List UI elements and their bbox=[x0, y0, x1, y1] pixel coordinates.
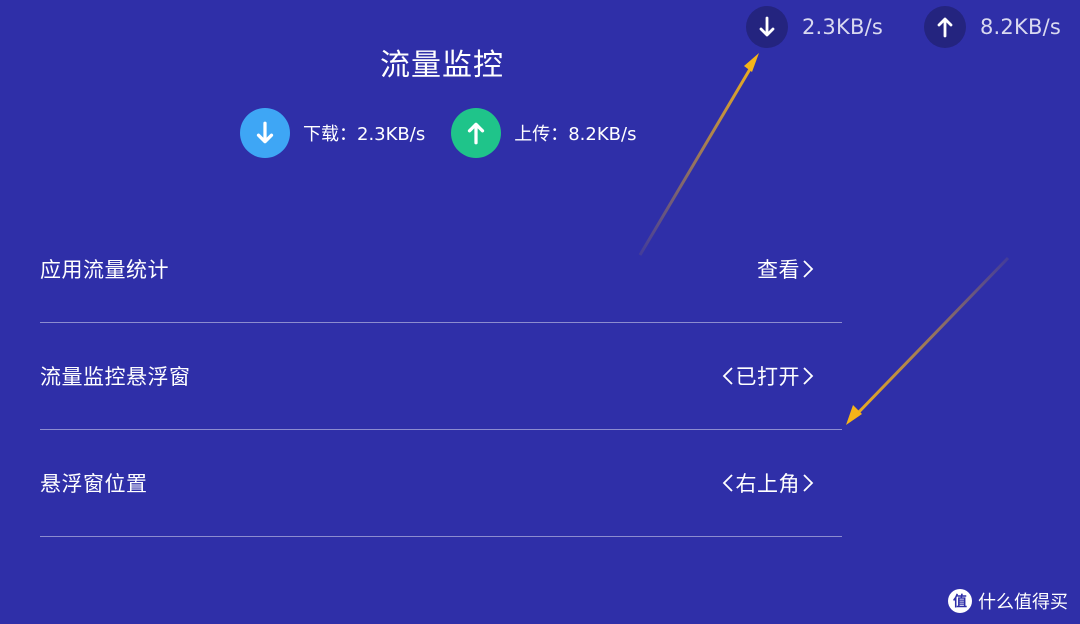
chevron-left-icon[interactable] bbox=[720, 472, 736, 494]
upload-stat: 上传：8.2KB/s bbox=[451, 108, 636, 158]
setting-value-selector[interactable]: 右上角 bbox=[720, 468, 817, 498]
upload-arrow-icon bbox=[451, 108, 502, 158]
chevron-right-icon[interactable] bbox=[800, 472, 816, 494]
download-speed-label: 下载：2.3KB/s bbox=[303, 124, 426, 145]
watermark-logo-icon: 值 bbox=[948, 589, 972, 613]
chevron-left-icon[interactable] bbox=[720, 365, 736, 387]
setting-label: 流量监控悬浮窗 bbox=[40, 365, 191, 389]
settings-list: 应用流量统计 查看 流量监控悬浮窗 已打开 悬浮窗位置 右上角 bbox=[40, 216, 842, 537]
setting-value[interactable]: 查看 bbox=[757, 254, 816, 284]
setting-label: 悬浮窗位置 bbox=[40, 472, 148, 496]
setting-value-text: 已打开 bbox=[735, 365, 800, 389]
overlay-upload-speed: 8.2KB/s bbox=[980, 15, 1061, 39]
setting-value-selector[interactable]: 已打开 bbox=[720, 361, 817, 391]
download-arrow-icon bbox=[240, 108, 290, 158]
setting-value-text: 右上角 bbox=[735, 472, 800, 496]
speed-stats: 下载：2.3KB/s 上传：8.2KB/s bbox=[240, 108, 636, 158]
setting-value-text: 查看 bbox=[757, 258, 800, 282]
setting-floating-window-position[interactable]: 悬浮窗位置 右上角 bbox=[40, 430, 842, 537]
arrow-to-position-row bbox=[846, 256, 1010, 425]
chevron-right-icon bbox=[800, 258, 816, 280]
chevron-right-icon[interactable] bbox=[800, 365, 816, 387]
watermark-text: 什么值得买 bbox=[978, 592, 1068, 613]
download-stat: 下载：2.3KB/s bbox=[240, 108, 425, 158]
setting-floating-window[interactable]: 流量监控悬浮窗 已打开 bbox=[40, 323, 842, 430]
watermark: 值 什么值得买 bbox=[948, 588, 1068, 614]
page-title: 流量监控 bbox=[380, 48, 504, 83]
overlay-download-speed: 2.3KB/s bbox=[802, 15, 883, 39]
setting-label: 应用流量统计 bbox=[40, 258, 169, 282]
upload-speed-label: 上传：8.2KB/s bbox=[514, 124, 637, 145]
upload-arrow-icon bbox=[924, 6, 966, 48]
setting-app-traffic-stats[interactable]: 应用流量统计 查看 bbox=[40, 216, 842, 323]
